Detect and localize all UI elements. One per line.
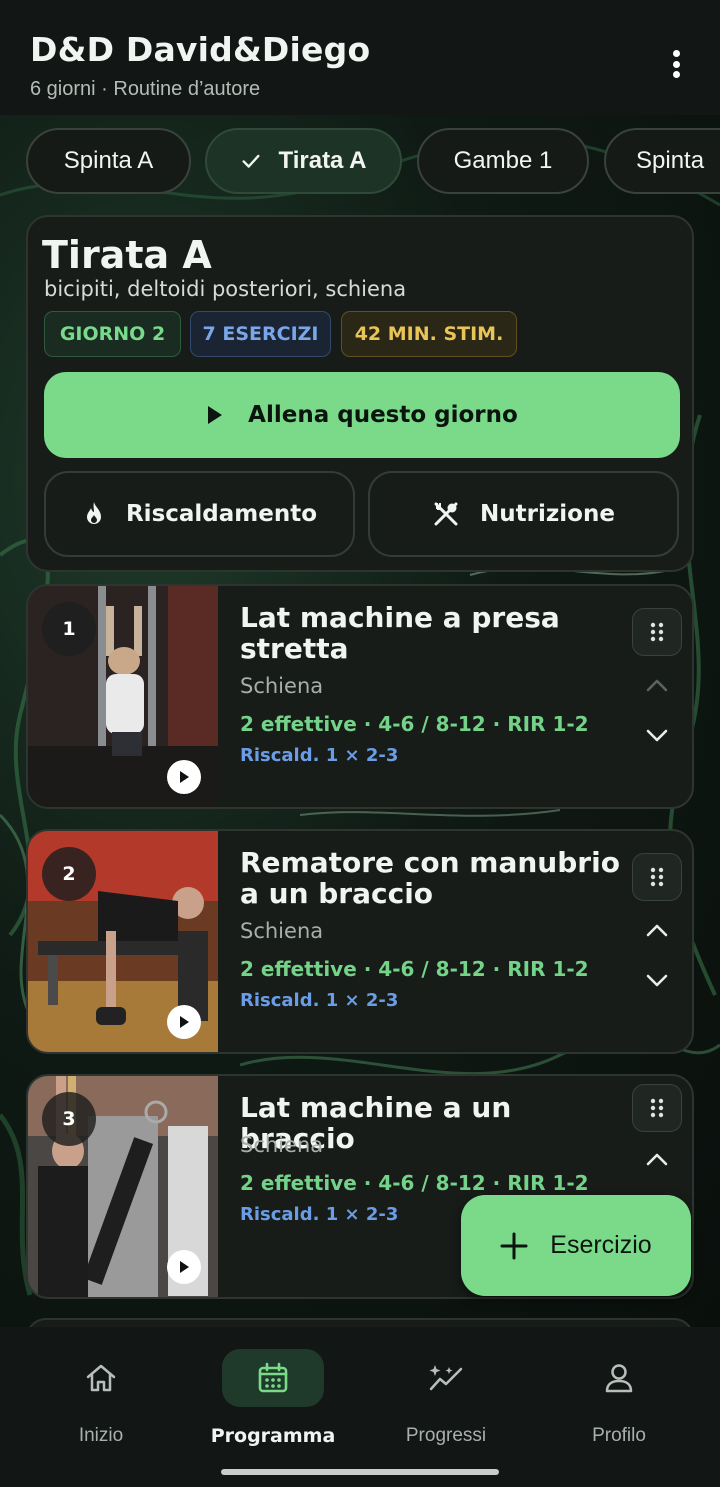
play-video-button[interactable] (167, 1005, 201, 1039)
move-up-icon[interactable] (642, 670, 672, 700)
exercise-thumbnail[interactable]: 1 (28, 586, 218, 807)
exercise-muscle: Schiena (240, 1133, 324, 1157)
tab-label: Spinta (636, 147, 705, 174)
train-day-button[interactable]: Allena questo giorno (44, 372, 680, 458)
flame-icon (86, 502, 101, 524)
tab-spinta[interactable]: Spinta (604, 128, 720, 194)
duration-badge: 42 MIN. STIM. (341, 311, 517, 357)
exercise-sets: 2 effettive · 4-6 / 8-12 · RIR 1-2 (240, 957, 589, 981)
tab-gambe-1[interactable]: Gambe 1 (417, 128, 589, 194)
play-icon (180, 1261, 189, 1273)
exercise-name: Rematore con manubrio a un braccio (240, 846, 620, 910)
warmup-button[interactable]: Riscaldamento (44, 471, 355, 557)
exercise-warmup: Riscald. 1 × 2-3 (240, 745, 399, 766)
exercise-card[interactable]: 1 Lat machine a presa stretta Schiena 2 … (26, 584, 694, 809)
day-number-badge: GIORNO 2 (44, 311, 181, 357)
exercise-muscle: Schiena (240, 919, 324, 943)
app-header: D&D David&Diego 6 giorni · Routine d’aut… (0, 0, 720, 115)
exercise-sets: 2 effettive · 4-6 / 8-12 · RIR 1-2 (240, 1171, 589, 1195)
nutrition-label: Nutrizione (480, 501, 615, 527)
exercise-name: Lat machine a presa stretta (240, 601, 560, 665)
play-icon (180, 771, 189, 783)
warmup-label: Riscaldamento (125, 501, 318, 527)
exercise-sets: 2 effettive · 4-6 / 8-12 · RIR 1-2 (240, 712, 589, 736)
play-icon (208, 406, 223, 424)
add-exercise-label: Esercizio (550, 1231, 652, 1259)
drag-handle-icon[interactable] (632, 1084, 682, 1132)
sparkle-trend-icon (395, 1349, 497, 1407)
nav-label: Programma (210, 1425, 336, 1447)
move-down-icon[interactable] (642, 721, 672, 751)
nav-label: Inizio (78, 1425, 124, 1446)
nav-item-inizio[interactable]: Inizio (21, 1349, 181, 1447)
play-icon (180, 1016, 189, 1028)
tab-label: Tirata A (278, 147, 367, 174)
person-icon (568, 1349, 670, 1407)
drag-handle-icon[interactable] (632, 608, 682, 656)
exercise-number: 2 (42, 847, 96, 901)
exercise-card[interactable]: 2 Rematore con manubrio a un braccio Sch… (26, 829, 694, 1054)
exercise-warmup: Riscald. 1 × 2-3 (240, 990, 399, 1011)
plus-icon (500, 1232, 528, 1259)
move-up-icon[interactable] (642, 915, 672, 945)
utensils-icon (434, 502, 458, 526)
home-indicator[interactable] (221, 1469, 499, 1475)
play-video-button[interactable] (167, 1250, 201, 1284)
calendar-icon (222, 1349, 324, 1407)
bottom-navigation: Inizio Programma Progressi Profilo (0, 1327, 720, 1487)
day-summary-card: Tirata A bicipiti, deltoidi posteriori, … (26, 215, 694, 572)
tab-tirata-a[interactable]: Tirata A (205, 128, 402, 194)
play-video-button[interactable] (167, 760, 201, 794)
tab-label: Gambe 1 (453, 147, 553, 174)
add-exercise-button[interactable]: Esercizio (461, 1195, 691, 1296)
day-tabs: Spinta A Tirata A Gambe 1 Spinta (0, 128, 720, 196)
nav-item-profilo[interactable]: Profilo (539, 1349, 699, 1447)
nav-label: Profilo (592, 1425, 646, 1446)
exercise-thumbnail[interactable]: 2 (28, 831, 218, 1052)
nutrition-button[interactable]: Nutrizione (368, 471, 679, 557)
tab-spinta-a[interactable]: Spinta A (26, 128, 191, 194)
exercise-number: 3 (42, 1092, 96, 1146)
day-muscles: bicipiti, deltoidi posteriori, schiena (44, 277, 407, 301)
move-up-icon[interactable] (642, 1144, 672, 1174)
more-vert-icon[interactable] (660, 44, 692, 84)
program-subtitle: 6 giorni · Routine d’autore (30, 78, 261, 100)
tab-label: Spinta A (63, 147, 154, 174)
check-icon (242, 154, 261, 168)
nav-label: Progressi (405, 1425, 487, 1446)
move-down-icon[interactable] (642, 966, 672, 996)
day-title: Tirata A (42, 233, 212, 277)
exercise-number: 1 (42, 602, 96, 656)
drag-handle-icon[interactable] (632, 853, 682, 901)
exercise-count-badge: 7 ESERCIZI (190, 311, 331, 357)
nav-item-progressi[interactable]: Progressi (366, 1349, 526, 1447)
exercise-muscle: Schiena (240, 674, 324, 698)
home-icon (50, 1349, 152, 1407)
program-title: D&D David&Diego (30, 30, 371, 69)
nav-item-programma[interactable]: Programma (193, 1349, 353, 1447)
train-day-label: Allena questo giorno (248, 402, 518, 428)
exercise-warmup: Riscald. 1 × 2-3 (240, 1204, 399, 1225)
exercise-thumbnail[interactable]: 3 (28, 1076, 218, 1297)
